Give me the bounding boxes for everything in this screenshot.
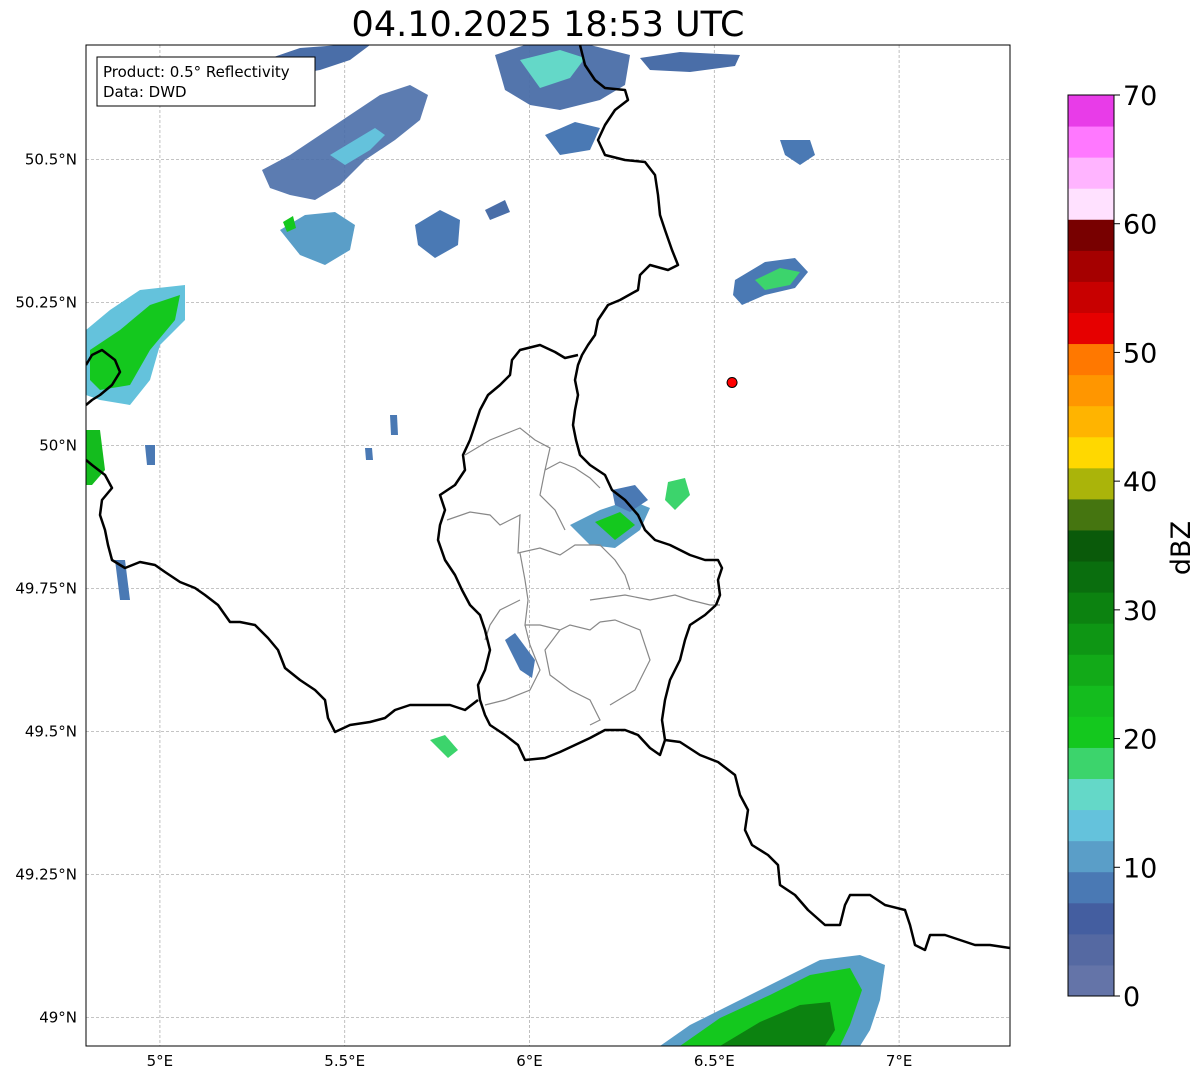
colorbar-title: dBZ: [1166, 521, 1197, 575]
colorbar-tick-label: 10: [1123, 853, 1157, 884]
colorbar-segment: [1068, 281, 1114, 313]
colorbar-tick-label: 70: [1123, 81, 1157, 112]
colorbar-segment: [1068, 561, 1114, 593]
colorbar-segment: [1068, 405, 1114, 438]
colorbar-segment: [1068, 964, 1114, 997]
colorbar-tick-label: 40: [1123, 467, 1157, 498]
colorbar-ticks: 0 10 20 30 40 50 60 70: [1114, 81, 1157, 1013]
colorbar-segment: [1068, 809, 1114, 842]
lon-tick-label: 7°E: [886, 1052, 913, 1070]
colorbar-segment: [1068, 592, 1114, 624]
colorbar-segment: [1068, 250, 1114, 282]
colorbar-segment: [1068, 747, 1114, 780]
colorbar-segment: [1068, 716, 1114, 748]
lat-tick-label: 49.75°N: [15, 579, 77, 597]
colorbar-segment: [1068, 871, 1114, 904]
colorbar-segment: [1068, 126, 1114, 158]
colorbar-segment: [1068, 467, 1114, 500]
colorbar-segment: [1068, 778, 1114, 811]
colorbar-segment: [1068, 343, 1114, 376]
colorbar-segment: [1068, 529, 1114, 562]
lon-tick-label: 5.5°E: [324, 1052, 365, 1070]
radar-site-marker: [726, 376, 738, 388]
colorbar-segment: [1068, 436, 1114, 469]
lat-tick-label: 49.25°N: [15, 865, 77, 883]
colorbar-segment: [1068, 312, 1114, 345]
lat-tick-label: 49°N: [39, 1008, 77, 1026]
colorbar-segment: [1068, 157, 1114, 189]
colorbar-tick-label: 60: [1123, 210, 1157, 241]
colorbar-segment: [1068, 933, 1114, 966]
lat-tick-label: 50.5°N: [25, 150, 77, 168]
radar-map-figure: Product: 0.5° Reflectivity Data: DWD 5°E…: [15, 44, 1197, 1070]
echo-small-6: [390, 415, 398, 435]
info-source: Data: DWD: [103, 83, 187, 101]
lon-tick-label: 6°E: [516, 1052, 543, 1070]
colorbar-segment: [1068, 188, 1114, 220]
lat-tick-label: 49.5°N: [25, 722, 77, 740]
colorbar-segment: [1068, 374, 1114, 407]
lon-tick-label: 5°E: [147, 1052, 174, 1070]
colorbar-segment: [1068, 623, 1114, 655]
lat-tick-label: 50.25°N: [15, 293, 77, 311]
colorbar-segment: [1068, 685, 1114, 717]
colorbar-segment: [1068, 902, 1114, 935]
colorbar-segment: [1068, 219, 1114, 251]
info-box: Product: 0.5° Reflectivity Data: DWD: [96, 56, 316, 107]
colorbar-segment: [1068, 654, 1114, 686]
colorbar-segment: [1068, 95, 1114, 127]
colorbar: 0 10 20 30 40 50 60 70 dBZ: [1067, 81, 1197, 1013]
colorbar-segment: [1068, 498, 1114, 531]
colorbar-tick-label: 50: [1123, 338, 1157, 369]
lat-tick-label: 50°N: [39, 436, 77, 454]
colorbar-segment: [1068, 840, 1114, 873]
echo-small-5: [365, 448, 373, 460]
colorbar-segments: [1068, 95, 1114, 997]
colorbar-tick-label: 0: [1123, 982, 1140, 1013]
map-panel: Product: 0.5° Reflectivity Data: DWD: [85, 44, 1011, 1047]
colorbar-tick-label: 20: [1123, 725, 1157, 756]
lon-tick-label: 6.5°E: [694, 1052, 735, 1070]
colorbar-tick-label: 30: [1123, 596, 1157, 627]
info-product: Product: 0.5° Reflectivity: [103, 63, 290, 81]
